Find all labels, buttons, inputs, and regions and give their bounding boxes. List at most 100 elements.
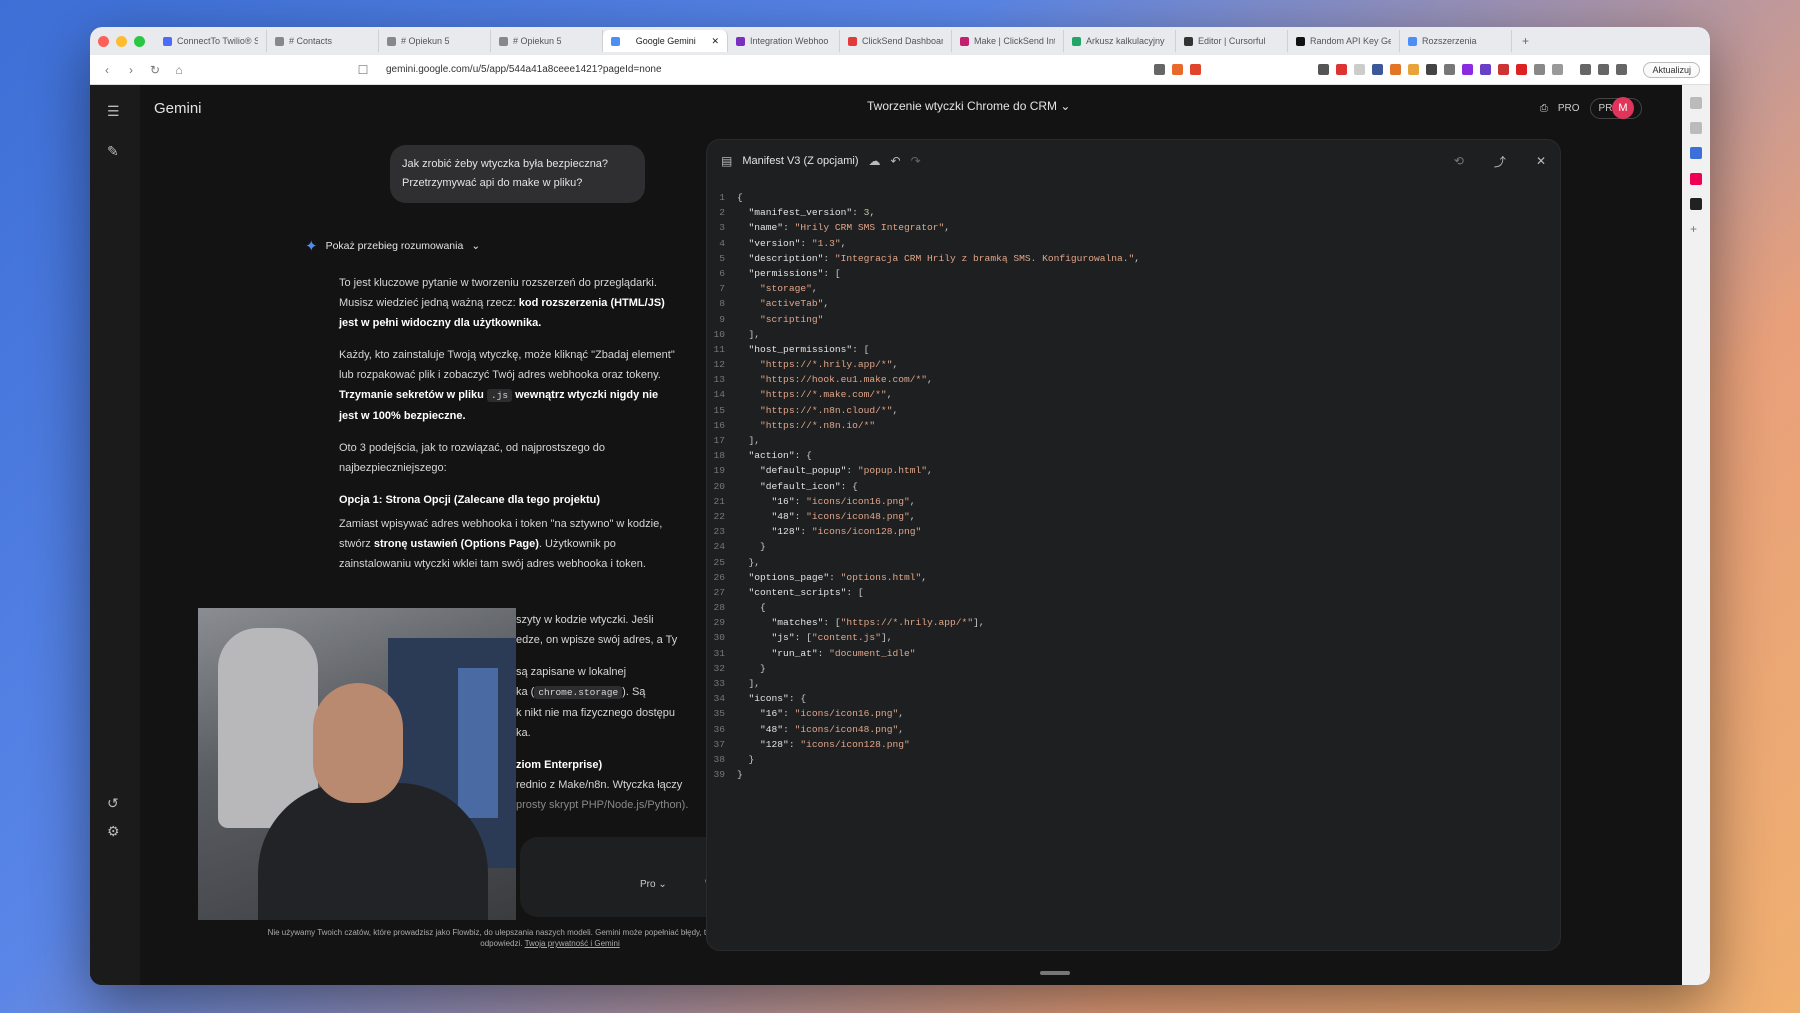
code-line: 7 "storage",: [707, 281, 1560, 296]
menu-icon[interactable]: ☰: [107, 103, 120, 120]
browser-tab[interactable]: Arkusz kalkulacyjny: [1064, 30, 1176, 52]
print-icon[interactable]: ⎙: [1540, 103, 1548, 114]
code-line: 22 "48": "icons/icon48.png",: [707, 509, 1560, 524]
browser-tab[interactable]: Integration Webhoo: [728, 30, 840, 52]
cloud-save-icon[interactable]: ☁: [869, 154, 881, 168]
extension-icon[interactable]: [1318, 64, 1330, 75]
avatar[interactable]: M: [1612, 97, 1634, 119]
back-icon[interactable]: ‹: [100, 63, 114, 77]
code-text: "js": ["content.js"],: [771, 632, 893, 644]
redo-icon[interactable]: ↷: [911, 154, 921, 168]
browser-tab[interactable]: Editor | Cursorful: [1176, 30, 1288, 52]
extension-icon[interactable]: [1690, 173, 1702, 185]
browser-tab[interactable]: # Opiekun 5: [491, 30, 603, 52]
privacy-link[interactable]: Twoja prywatność i Gemini: [525, 939, 620, 948]
extension-icon[interactable]: [1444, 64, 1456, 75]
text: k nikt nie ma fizycznego dostępu: [516, 707, 675, 719]
code-line: 9 "scripting": [707, 312, 1560, 327]
code-text: "https://*.make.com/*",: [760, 389, 893, 401]
browser-tab[interactable]: ClickSend Dashboard: [840, 30, 952, 52]
tab-label: Arkusz kalkulacyjny: [1086, 36, 1165, 46]
reload-icon[interactable]: ↻: [148, 63, 162, 77]
url-field[interactable]: gemini.google.com/u/5/app/544a41a8ceee14…: [386, 64, 1144, 75]
browser-tab[interactable]: Rozszerzenia: [1400, 30, 1512, 52]
app-brand[interactable]: Gemini: [154, 100, 202, 117]
extension-icon[interactable]: [1336, 64, 1348, 75]
home-icon[interactable]: ⌂: [172, 63, 186, 77]
code-text: "128": "icons/icon128.png": [771, 526, 922, 538]
code-text: "manifest_version": 3,: [748, 207, 876, 219]
puzzle-icon[interactable]: [1534, 64, 1546, 75]
browser-tab[interactable]: Random API Key Gen: [1288, 30, 1400, 52]
resize-handle[interactable]: [1040, 971, 1070, 975]
tab-label: Rozszerzenia: [1422, 36, 1477, 46]
pro-badge[interactable]: PRO: [1558, 103, 1580, 114]
browser-tab[interactable]: Make | ClickSend Inte: [952, 30, 1064, 52]
code-line: 34 "icons": {: [707, 691, 1560, 706]
brave-shield-icon[interactable]: [1172, 64, 1184, 75]
close-icon[interactable]: ✕: [1536, 154, 1546, 168]
extension-icon[interactable]: [1462, 64, 1474, 75]
extension-icon[interactable]: [1480, 64, 1492, 75]
browser-tab[interactable]: Google Gemini ✕: [603, 30, 728, 52]
browser-tab[interactable]: ConnectTo Twilio® SI: [155, 30, 267, 52]
extension-icon[interactable]: [1516, 64, 1528, 75]
bookmarks-icon[interactable]: [1690, 122, 1702, 134]
text: szyty w kodzie wtyczki. Jeśli: [516, 614, 654, 626]
webcam-overlay: [198, 608, 516, 920]
new-chat-icon[interactable]: ✎: [107, 143, 119, 160]
line-number: 17: [713, 435, 725, 446]
share-icon[interactable]: [1154, 64, 1166, 75]
code-line: 36 "48": "icons/icon48.png",: [707, 722, 1560, 737]
share-icon[interactable]: ⤴: [1494, 153, 1506, 170]
text: ziom Enterprise): [516, 759, 603, 771]
extension-icon[interactable]: [1426, 64, 1438, 75]
text: ka (chrome.storage). Są: [516, 682, 716, 703]
response-paragraph: Oto 3 podejścia, jak to rozwiązać, od na…: [339, 442, 605, 474]
code-text: "permissions": [: [748, 267, 841, 279]
extension-icon[interactable]: [1690, 198, 1702, 210]
version-history-icon[interactable]: ⟲: [1454, 154, 1464, 168]
binders: [458, 668, 498, 818]
extension-icon[interactable]: [1354, 64, 1366, 75]
wallet-icon[interactable]: [1598, 64, 1610, 75]
vpn-icon[interactable]: [1616, 64, 1628, 75]
code-text: ],: [737, 328, 761, 340]
reasoning-toggle[interactable]: ✦ Pokaż przebieg rozumowania ⌄: [305, 237, 480, 255]
code-text: "icons": {: [748, 693, 807, 705]
code-line: 20 "default_icon": {: [707, 479, 1560, 494]
forward-icon[interactable]: ›: [124, 63, 138, 77]
reading-list-icon[interactable]: [1690, 97, 1702, 109]
code-editor[interactable]: 1{2 "manifest_version": 3, 3 "name": "Hri…: [707, 188, 1560, 950]
add-icon[interactable]: +: [1690, 223, 1702, 235]
code-line: 15 "https://*.n8n.cloud/*",: [707, 403, 1560, 418]
history-icon[interactable]: ↺: [107, 795, 119, 812]
browser-tab[interactable]: # Opiekun 5: [379, 30, 491, 52]
bookmark-icon[interactable]: ☐: [356, 63, 370, 77]
update-button[interactable]: Aktualizuj: [1643, 61, 1700, 78]
maximize-window-button[interactable]: [134, 35, 145, 47]
line-number: 7: [719, 283, 725, 295]
new-tab-icon[interactable]: +: [1522, 34, 1529, 48]
settings-icon[interactable]: ⚙: [107, 823, 120, 840]
warning-icon[interactable]: [1190, 64, 1202, 75]
metamask-icon[interactable]: [1390, 64, 1402, 75]
chat-title-dropdown[interactable]: Tworzenie wtyczki Chrome do CRM ⌄: [867, 99, 1070, 113]
model-selector[interactable]: Pro ⌄: [640, 879, 667, 890]
close-window-button[interactable]: [98, 35, 109, 47]
sidebar-toggle-icon[interactable]: [1580, 64, 1592, 75]
extension-icon[interactable]: [1552, 64, 1564, 75]
extension-icon[interactable]: [1498, 64, 1510, 75]
chat-title: Tworzenie wtyczki Chrome do CRM: [867, 99, 1058, 113]
prompt-input[interactable]: Pro ⌄ 🎙: [520, 837, 730, 917]
line-number: 19: [713, 465, 725, 477]
minimize-window-button[interactable]: [116, 35, 127, 47]
tab-close-icon[interactable]: ✕: [711, 36, 719, 47]
extension-icon[interactable]: [1690, 147, 1702, 159]
undo-icon[interactable]: ↶: [891, 154, 901, 168]
code-line: 27 "content_scripts": [: [707, 585, 1560, 600]
extension-icon[interactable]: [1408, 64, 1420, 75]
browser-tab[interactable]: # Contacts: [267, 30, 379, 52]
extension-icon[interactable]: [1372, 64, 1384, 75]
code-text: "https://*.n8n.io/*": [760, 419, 876, 431]
